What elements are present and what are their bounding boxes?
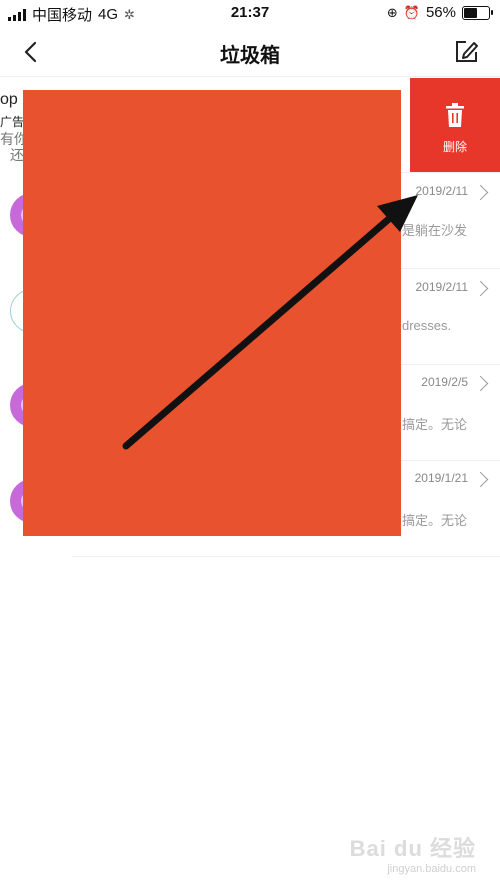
chevron-right-icon: [472, 280, 489, 297]
item-date: 2019/2/5: [421, 375, 468, 389]
page-title: 垃圾箱: [220, 45, 280, 67]
orientation-lock-icon: ⊕: [386, 4, 398, 20]
trash-icon: [446, 103, 464, 127]
item-date: 2019/2/11: [415, 184, 469, 198]
watermark-logo: Bai du 经验: [349, 836, 476, 861]
battery-percent: 56%: [425, 4, 456, 21]
watermark: Bai du 经验 jingyan.baidu.com: [350, 831, 476, 875]
delete-button[interactable]: 删除: [410, 78, 500, 172]
redaction-overlay: [23, 90, 401, 536]
status-bar: 中国移动 4G ✲ 21:37 ⊕ ⏰ 56%: [0, 0, 500, 28]
nav-bar: 垃圾箱: [0, 28, 500, 77]
item-snippet: dresses.: [402, 318, 452, 333]
ad-badge: 广告: [0, 115, 25, 129]
compose-icon[interactable]: [452, 38, 480, 66]
alarm-icon: ⏰: [403, 4, 420, 20]
item-snippet: 是躺在沙发: [402, 223, 468, 238]
battery-icon: [462, 5, 493, 20]
ad-line-2: 还: [10, 147, 24, 163]
item-snippet: 搞定。无论: [402, 417, 468, 432]
item-snippet: 搞定。无论: [402, 513, 468, 528]
item-date: 2019/1/21: [414, 471, 468, 485]
item-date: 2019/2/11: [415, 280, 469, 294]
watermark-url: jingyan.baidu.com: [387, 863, 476, 875]
chevron-right-icon: [472, 184, 489, 201]
delete-label: 删除: [442, 140, 467, 154]
chevron-right-icon: [472, 471, 489, 488]
chevron-right-icon: [472, 375, 489, 392]
